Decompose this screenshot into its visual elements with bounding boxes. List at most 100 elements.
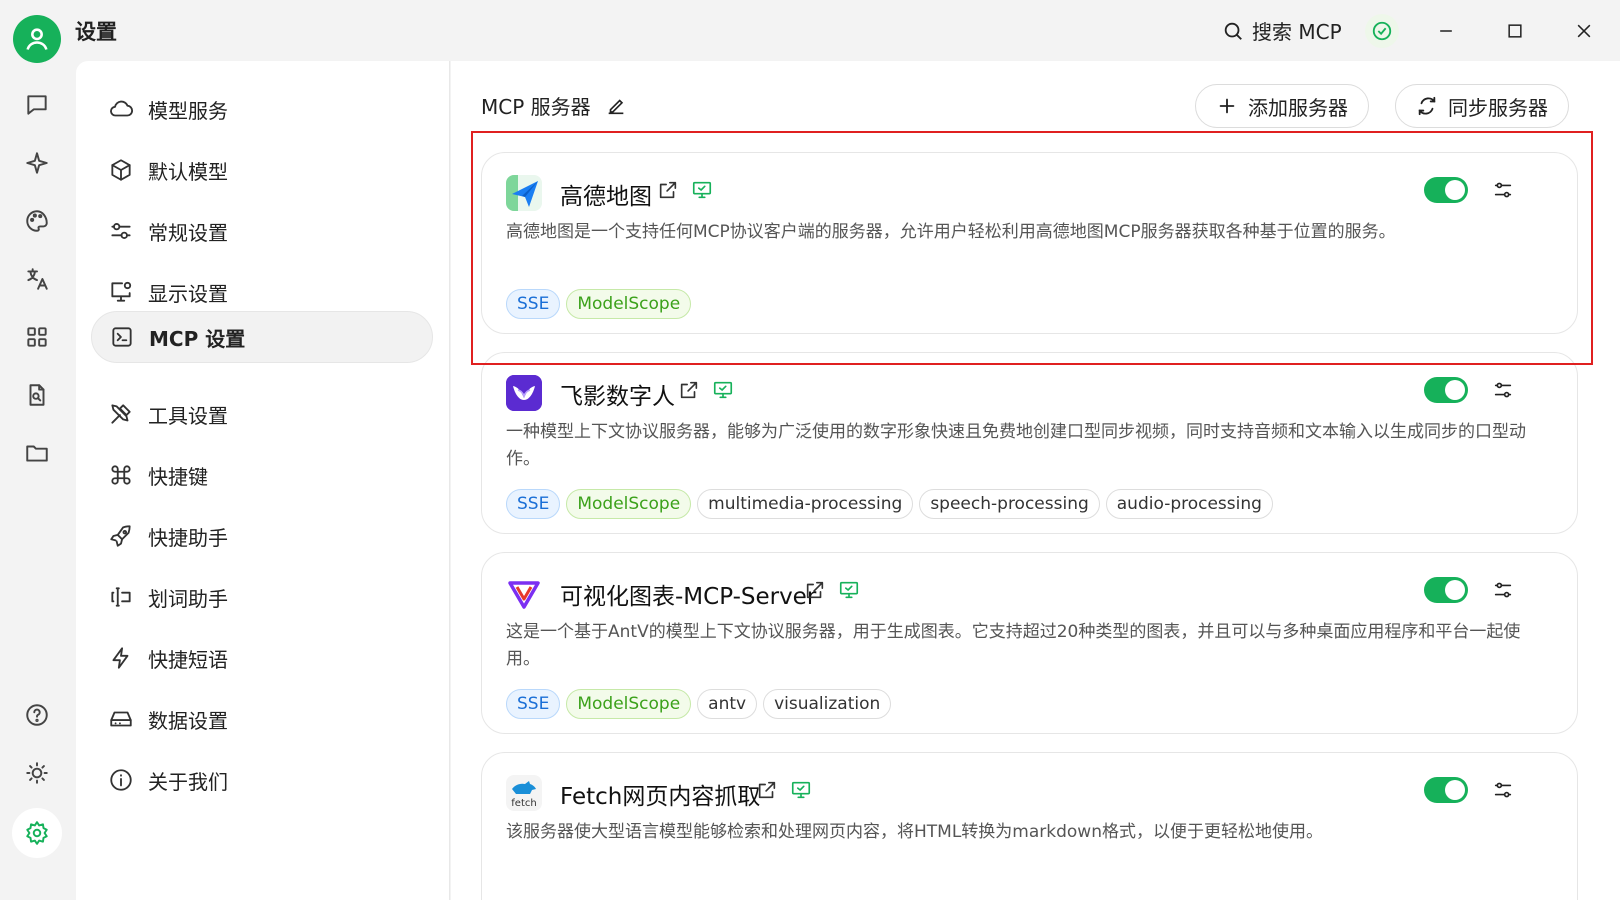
info-icon [110,769,132,791]
check-circle-icon [1372,21,1392,41]
terminal-icon [112,327,132,347]
sliders-icon [111,223,131,239]
menu-item-default-model[interactable]: 默认模型 [91,144,433,196]
server-enable-toggle[interactable] [1424,777,1468,803]
tag-list: SSE ModelScope [506,289,692,319]
menu-item-quick-phrases[interactable]: 快捷短语 [91,632,433,684]
fetch-logo-text: fetch [511,798,536,809]
maximize-icon [1508,24,1522,38]
tag: speech-processing [919,489,1100,519]
tag: multimedia-processing [697,489,914,519]
close-button[interactable] [1564,14,1604,48]
menu-item-label: 快捷键 [148,464,208,489]
menu-item-label: 工具设置 [148,403,228,428]
avatar[interactable] [13,15,61,63]
menu-item-mcp-settings[interactable]: MCP 设置 [91,311,433,363]
apps-grid-icon[interactable] [20,320,54,354]
tag-modelscope: ModelScope [566,489,692,519]
sliders-icon [1494,382,1512,398]
add-server-button[interactable]: 添加服务器 [1195,84,1369,128]
external-link-icon[interactable] [678,379,702,403]
tag-modelscope: ModelScope [566,689,692,719]
menu-item-label: 关于我们 [148,769,228,794]
icon-rail [0,0,76,900]
menu-item-selection-assistant[interactable]: 划词助手 [91,571,433,623]
status-ok-indicator[interactable] [1365,14,1399,48]
add-server-label: 添加服务器 [1248,95,1348,120]
file-search-icon[interactable] [20,378,54,412]
refresh-icon [1418,96,1436,116]
server-settings-button[interactable] [1488,375,1518,405]
server-description: 高德地图是一个支持任何MCP协议客户端的服务器，允许用户轻松利用高德地图MCP服… [506,222,1396,242]
server-description: 这是一个基于AntV的模型上下文协议服务器，用于生成图表。它支持超过20种类型的… [506,622,1521,669]
server-card[interactable]: 飞影数字人 一种模型上下文协议服务器，能够为广泛使用的数字形象快速且免费地创建口… [481,352,1578,534]
server-enable-toggle[interactable] [1424,377,1468,403]
amap-logo-icon [506,175,542,211]
server-settings-button[interactable] [1488,175,1518,205]
search-mcp-button[interactable]: 搜索 MCP [1222,16,1342,45]
tag-sse: SSE [506,689,561,719]
tag: audio-processing [1105,489,1273,519]
search-icon [1224,22,1242,40]
menu-item-label: 快捷短语 [148,647,228,672]
settings-menu: 模型服务 默认模型 常规设置 显示设置 MCP 设置 工具设置 快捷键 快捷助手… [76,61,450,900]
menu-item-label: 默认模型 [148,159,228,184]
menu-item-label: 数据设置 [148,708,228,733]
sliders-icon [1494,782,1512,798]
menu-item-data-settings[interactable]: 数据设置 [91,693,433,745]
page-title: MCP 服务器 [481,91,627,120]
menu-item-shortcuts[interactable]: 快捷键 [91,449,433,501]
chat-icon[interactable] [20,88,54,122]
tag-list: SSE ModelScope antv visualization [506,689,892,719]
folder-icon[interactable] [20,436,54,470]
maximize-button[interactable] [1495,14,1535,48]
sliders-icon [1494,582,1512,598]
menu-item-model-service[interactable]: 模型服务 [91,83,433,135]
server-name: Fetch网页内容抓取 [560,784,761,810]
settings-icon[interactable] [12,808,62,858]
server-name: 可视化图表-MCP-Server [560,584,817,610]
command-icon [111,465,131,485]
menu-item-tool-settings[interactable]: 工具设置 [91,388,433,440]
server-card[interactable]: 高德地图 高德地图是一个支持任何MCP协议客户端的服务器，允许用户轻松利用高德地… [481,152,1578,334]
rocket-icon [110,525,131,547]
theme-icon[interactable] [20,756,54,790]
tag: antv [697,689,758,719]
tag-sse: SSE [506,289,561,319]
tag-list: SSE ModelScope multimedia-processing spe… [506,489,1273,519]
sparkle-icon[interactable] [20,146,54,180]
close-icon [1577,24,1591,38]
zap-icon [112,647,129,669]
tools-icon [111,404,131,424]
external-link-icon[interactable] [756,779,780,803]
help-icon[interactable] [20,698,54,732]
menu-item-about[interactable]: 关于我们 [91,754,433,806]
server-enable-toggle[interactable] [1424,177,1468,203]
feiying-logo-icon [506,375,542,411]
server-name: 飞影数字人 [560,384,675,410]
external-link-icon[interactable] [657,179,681,203]
minimize-button[interactable] [1426,14,1466,48]
sync-server-label: 同步服务器 [1448,95,1548,120]
server-settings-button[interactable] [1488,775,1518,805]
translate-icon[interactable] [20,262,54,296]
monitor-icon [838,579,862,603]
server-settings-button[interactable] [1488,575,1518,605]
hard-drive-icon [110,711,132,727]
server-description: 该服务器使大型语言模型能够检索和处理网页内容，将HTML转换为markdown格… [506,822,1323,842]
minimize-icon [1440,30,1452,32]
tag-sse: SSE [506,489,561,519]
palette-icon[interactable] [20,204,54,238]
sync-server-button[interactable]: 同步服务器 [1395,84,1569,128]
server-enable-toggle[interactable] [1424,577,1468,603]
menu-item-label: 模型服务 [148,98,228,123]
edit-icon[interactable] [605,95,627,117]
server-card[interactable]: 可视化图表-MCP-Server 这是一个基于AntV的模型上下文协议服务器，用… [481,552,1578,734]
server-card[interactable]: fetch Fetch网页内容抓取 该服务器使大型语言模型能够检索和处理网页内容… [481,752,1578,900]
external-link-icon[interactable] [804,579,828,603]
menu-item-quick-assistant[interactable]: 快捷助手 [91,510,433,562]
text-cursor-icon [111,587,131,607]
cube-icon [111,159,131,181]
server-description: 一种模型上下文协议服务器，能够为广泛使用的数字形象快速且免费地创建口型同步视频，… [506,422,1526,469]
menu-item-general-settings[interactable]: 常规设置 [91,205,433,257]
